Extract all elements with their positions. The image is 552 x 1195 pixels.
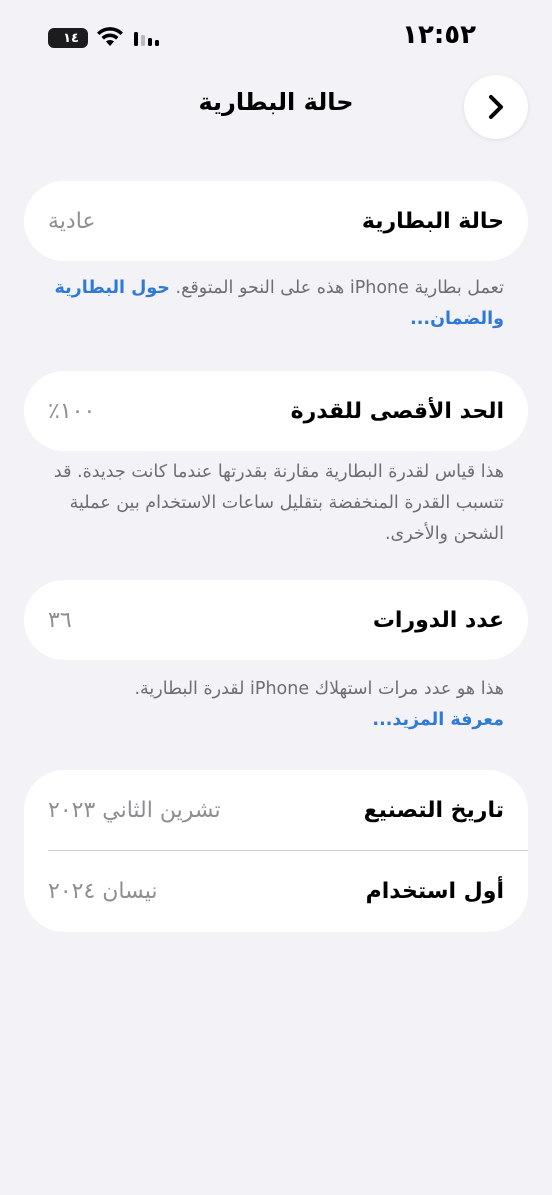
manufacture-date-value: تشرين الثاني ٢٠٢٣ bbox=[48, 797, 221, 823]
cycle-count-footnote-text: هذا هو عدد مرات استهلاك iPhone لقدرة الب… bbox=[134, 679, 504, 699]
battery-level: ١٤ bbox=[63, 30, 79, 46]
learn-more-link[interactable]: معرفة المزيد... bbox=[372, 710, 504, 730]
max-capacity-card: الحد الأقصى للقدرة ١٠٠٪ bbox=[24, 371, 528, 451]
max-capacity-footnote: هذا قياس لقدرة البطارية مقارنة بقدرتها ع… bbox=[48, 457, 504, 550]
battery-health-value: عادية bbox=[48, 208, 96, 234]
status-bar: ١٤ ١٢:٥٢ bbox=[0, 18, 552, 58]
cycle-count-label: عدد الدورات bbox=[372, 607, 504, 633]
battery-icon: ١٤ bbox=[48, 28, 88, 48]
manufacture-date-row: تاريخ التصنيع تشرين الثاني ٢٠٢٣ bbox=[24, 770, 528, 850]
battery-health-row: حالة البطارية عادية bbox=[24, 181, 528, 261]
first-use-value: نيسان ٢٠٢٤ bbox=[48, 878, 158, 904]
cycle-count-footnote: هذا هو عدد مرات استهلاك iPhone لقدرة الب… bbox=[48, 674, 504, 736]
max-capacity-row: الحد الأقصى للقدرة ١٠٠٪ bbox=[24, 371, 528, 451]
cycle-count-value: ٣٦ bbox=[48, 607, 72, 633]
page-title: حالة البطارية bbox=[198, 88, 354, 116]
first-use-row: أول استخدام نيسان ٢٠٢٤ bbox=[24, 851, 528, 931]
cycle-count-row: عدد الدورات ٣٦ bbox=[24, 580, 528, 660]
wifi-icon bbox=[97, 27, 123, 46]
battery-health-footnote: تعمل بطارية iPhone هذه على النحو المتوقع… bbox=[48, 273, 504, 335]
cellular-signal-icon bbox=[134, 32, 159, 46]
battery-health-card: حالة البطارية عادية bbox=[24, 181, 528, 261]
max-capacity-label: الحد الأقصى للقدرة bbox=[290, 398, 504, 424]
battery-health-label: حالة البطارية bbox=[361, 208, 504, 234]
max-capacity-footnote-text: هذا قياس لقدرة البطارية مقارنة بقدرتها ع… bbox=[53, 462, 504, 544]
cycle-count-card: عدد الدورات ٣٦ bbox=[24, 580, 528, 660]
first-use-label: أول استخدام bbox=[365, 878, 504, 904]
battery-health-footnote-text: تعمل بطارية iPhone هذه على النحو المتوقع… bbox=[175, 278, 505, 298]
manufacture-date-label: تاريخ التصنيع bbox=[363, 797, 504, 823]
max-capacity-value: ١٠٠٪ bbox=[48, 398, 96, 424]
dates-card: تاريخ التصنيع تشرين الثاني ٢٠٢٣ أول استخ… bbox=[24, 770, 528, 932]
battery-health-screen: ١٤ ١٢:٥٢ حالة البطارية حالة البطارية عاد… bbox=[0, 0, 552, 1195]
status-time: ١٢:٥٢ bbox=[402, 20, 476, 50]
